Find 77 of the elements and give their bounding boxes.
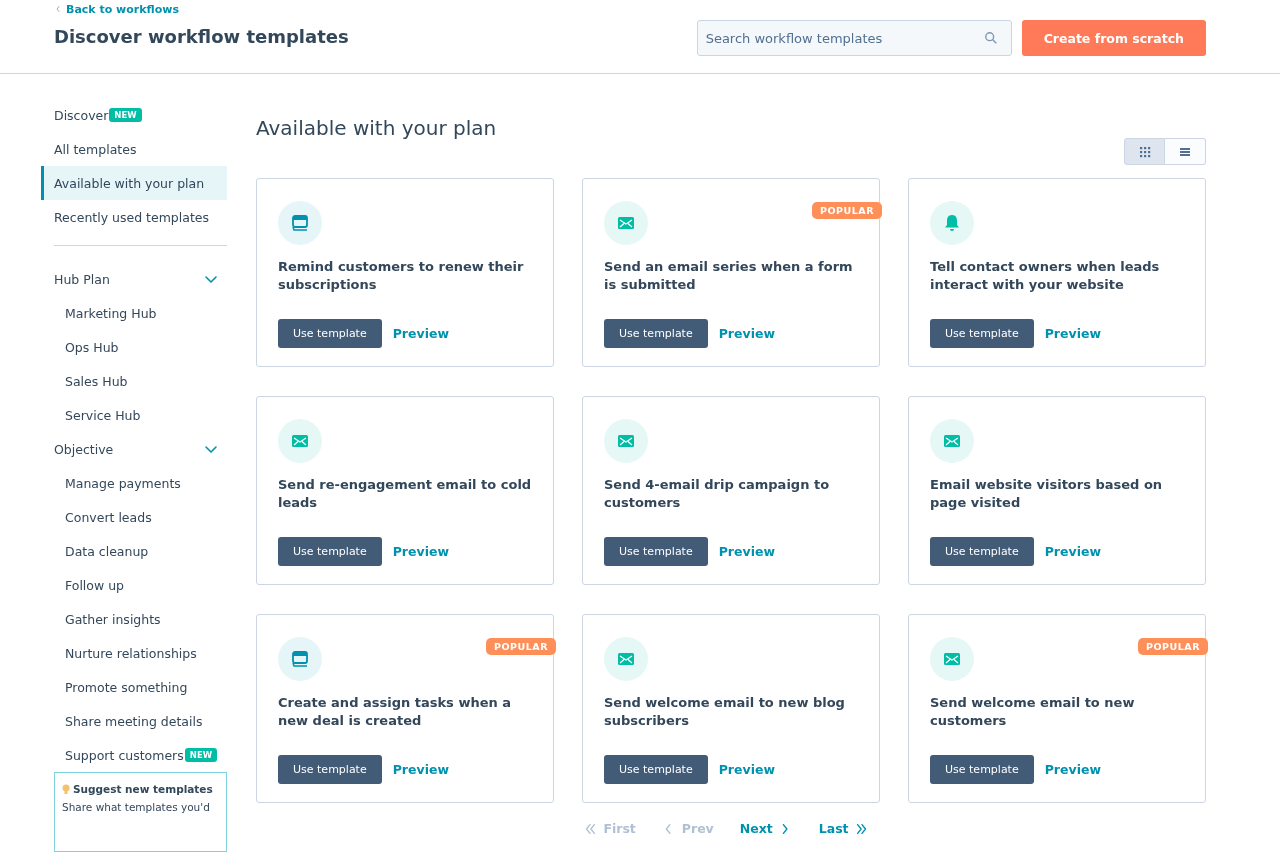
use-template-button[interactable]: Use template	[278, 755, 382, 784]
filter-option[interactable]: Sales Hub	[65, 373, 128, 389]
filter-option[interactable]: Service Hub	[65, 407, 141, 423]
use-template-button[interactable]: Use template	[604, 319, 708, 348]
preview-link[interactable]: Preview	[1044, 544, 1101, 559]
preview-link[interactable]: Preview	[392, 326, 449, 341]
pagination-link[interactable]: Next	[739, 821, 793, 836]
sidebar-item[interactable]: Discover NEW	[41, 98, 227, 132]
preview-link[interactable]: Preview	[1044, 762, 1101, 777]
filter-option[interactable]: Manage payments	[65, 475, 181, 491]
new-badge: NEW	[109, 108, 142, 122]
search-field[interactable]: Search workflow templates	[696, 20, 1012, 56]
preview-link[interactable]: Preview	[718, 326, 775, 341]
sidebar-item-label: All templates	[54, 141, 137, 157]
filter-option[interactable]: Ops Hub	[65, 339, 119, 355]
use-template-button[interactable]: Use template	[604, 755, 708, 784]
filter-option[interactable]: Convert leads	[65, 509, 152, 525]
list-view-button[interactable]	[1165, 138, 1206, 165]
use-template-button[interactable]: Use template	[278, 319, 382, 348]
sidebar-item[interactable]: Available with your plan	[41, 166, 227, 200]
search-icon	[983, 31, 998, 45]
grid-icon	[1138, 145, 1151, 158]
preview-link[interactable]: Preview	[1044, 326, 1101, 341]
calendar-icon	[290, 649, 310, 669]
sidebar-item-label: Available with your plan	[54, 175, 205, 191]
filter-group-label: Objective	[54, 441, 114, 457]
use-template-button[interactable]: Use template	[604, 537, 708, 566]
template-title: Send an email series when a form is submitted	[604, 258, 854, 294]
template-title: Send 4-email drip campaign to customers	[604, 476, 831, 512]
template-title: Tell contact owners when leads interact with your website	[930, 258, 1161, 294]
popular-badge: POPULAR	[486, 638, 556, 655]
new-badge: NEW	[184, 748, 218, 762]
template-title: Send welcome email to new blog subscribers	[604, 694, 846, 730]
filter-group-header[interactable]: Objective	[44, 432, 227, 466]
template-title: Send welcome email to new customers	[930, 694, 1136, 730]
use-template-button[interactable]: Use template	[930, 319, 1034, 348]
filter-option[interactable]: Follow up	[65, 577, 125, 593]
filter-option[interactable]: Share meeting details	[65, 713, 203, 729]
filter-option[interactable]: Promote something	[65, 679, 188, 695]
sidebar-item[interactable]: All templates	[41, 132, 227, 166]
filter-option[interactable]: Nurture relationships	[65, 645, 197, 661]
filter-option[interactable]: Marketing Hub	[65, 305, 157, 321]
sidebar-item[interactable]: Recently used templates	[41, 200, 227, 234]
suggest-title: Suggest new templates	[73, 783, 213, 795]
calendar-icon	[290, 213, 310, 233]
preview-link[interactable]: Preview	[392, 544, 449, 559]
template-title: Email website visitors based on page visited	[930, 476, 1164, 512]
use-template-button[interactable]: Use template	[930, 537, 1034, 566]
filter-group-header[interactable]: Hub Plan	[44, 262, 227, 296]
sidebar-item-label: Recently used templates	[54, 209, 210, 225]
filter-option[interactable]: Support customers	[65, 747, 184, 763]
filter-group-label: Hub Plan	[54, 271, 110, 287]
pagination-link[interactable]: Last	[818, 821, 869, 836]
grid-view-button[interactable]	[1124, 138, 1165, 165]
sidebar-item-label: Discover	[54, 107, 109, 123]
use-template-button[interactable]: Use template	[278, 537, 382, 566]
preview-link[interactable]: Preview	[718, 762, 775, 777]
template-title: Remind customers to renew their subscriptions	[278, 258, 525, 294]
list-icon	[1179, 145, 1191, 158]
back-link[interactable]: Back to workflows	[54, 1, 349, 17]
chevron-icon	[54, 5, 62, 13]
chevron-icon	[854, 821, 869, 836]
chevron-icon	[583, 821, 598, 836]
use-template-button[interactable]: Use template	[930, 755, 1034, 784]
lightbulb-icon	[62, 783, 70, 795]
page-title: Discover workflow templates	[54, 26, 349, 47]
template-title: Create and assign tasks when a new deal is created	[278, 694, 513, 730]
popular-badge: POPULAR	[812, 202, 882, 219]
template-title: Send re-engagement email to cold leads	[278, 476, 532, 512]
preview-link[interactable]: Preview	[392, 762, 449, 777]
suggest-text: Share what templates you'd	[62, 801, 211, 813]
filter-option[interactable]: Data cleanup	[65, 543, 149, 559]
preview-link[interactable]: Preview	[718, 544, 775, 559]
filter-option[interactable]: Gather insights	[65, 611, 161, 627]
bell-icon	[942, 213, 962, 233]
section-heading: Available with your plan	[256, 116, 497, 140]
popular-badge: POPULAR	[1138, 638, 1208, 655]
